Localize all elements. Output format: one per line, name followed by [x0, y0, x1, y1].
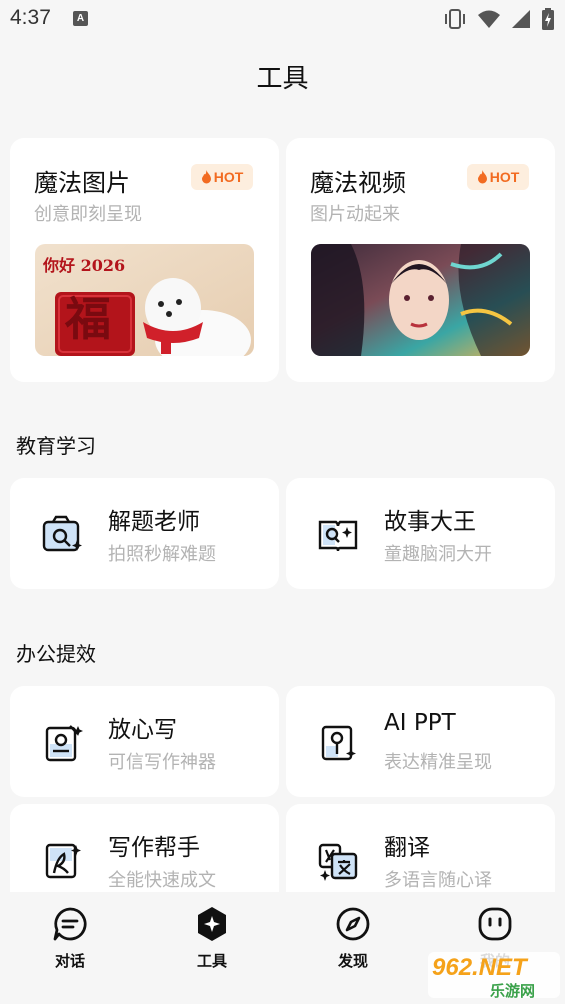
status-bar: 4:37 A [0, 0, 565, 38]
site-watermark: 962.NET 乐游网 [426, 950, 562, 1000]
hot-badge: HOT [467, 164, 529, 190]
wifi-icon [478, 10, 500, 28]
tool-subtitle: 拍照秒解难题 [108, 544, 216, 565]
storybook-sparkle-icon [318, 520, 358, 552]
tool-subtitle: 可信写作神器 [108, 752, 216, 773]
flame-icon [477, 170, 487, 184]
tool-card-solve[interactable]: 解题老师 拍照秒解难题 [10, 478, 279, 589]
magic-video-card[interactable]: 魔法视频 图片动起来 HOT [286, 138, 555, 382]
section-title-office: 办公提效 [16, 642, 96, 666]
tab-tools[interactable]: 工具 [172, 906, 252, 976]
camera-sparkle-icon [42, 515, 82, 552]
watermark-text: 962.NET [432, 954, 527, 981]
notification-badge: A [73, 11, 88, 26]
tab-discover[interactable]: 发现 [313, 906, 393, 976]
card-title: 魔法图片 [34, 169, 130, 197]
tool-title: 写作帮手 [108, 835, 200, 861]
page-title: 工具 [256, 64, 309, 94]
hot-label: HOT [489, 169, 520, 185]
chat-icon [53, 907, 87, 941]
tool-title: 翻译 [384, 835, 430, 861]
translate-icon [318, 843, 358, 881]
tool-title: 放心写 [108, 717, 177, 743]
flame-icon [201, 170, 211, 184]
vibrate-icon [445, 9, 465, 29]
tool-card-story[interactable]: 故事大王 童趣脑洞大开 [286, 478, 555, 589]
tool-subtitle: 多语言随心译 [384, 870, 492, 891]
tab-label: 发现 [337, 952, 368, 970]
compass-icon [336, 907, 370, 941]
profile-icon [478, 907, 512, 941]
tab-label: 对话 [54, 952, 85, 970]
tab-chat[interactable]: 对话 [30, 906, 110, 976]
hot-label: HOT [213, 169, 244, 185]
tool-title: 故事大王 [384, 509, 476, 535]
tool-subtitle: 表达精准呈现 [384, 752, 492, 773]
signal-icon [512, 10, 530, 28]
battery-icon [542, 8, 554, 30]
hot-badge: HOT [191, 164, 253, 190]
writing-helper-icon [45, 843, 81, 879]
status-time: 4:37 [10, 6, 51, 29]
magic-video-preview [311, 244, 530, 356]
tool-subtitle: 童趣脑洞大开 [384, 544, 492, 565]
tool-card-ai-ppt[interactable]: AI PPT 表达精准呈现 [286, 686, 555, 797]
safe-write-icon [45, 725, 83, 762]
status-icons [443, 7, 555, 31]
image-fu-character: 福 [65, 292, 111, 346]
magic-image-preview: 你好 2026 福 [35, 244, 254, 356]
tools-icon [198, 907, 226, 941]
ppt-icon [321, 725, 356, 761]
tool-subtitle: 全能快速成文 [108, 870, 216, 891]
tool-title: AI PPT [384, 710, 456, 736]
image-greeting: 你好 2026 [43, 256, 126, 275]
tool-title: 解题老师 [108, 509, 200, 535]
watermark-subtext: 乐游网 [490, 982, 536, 1000]
tab-label: 工具 [196, 952, 227, 970]
card-subtitle: 图片动起来 [310, 204, 400, 225]
section-title-education: 教育学习 [16, 434, 96, 458]
tool-card-safe-write[interactable]: 放心写 可信写作神器 [10, 686, 279, 797]
card-subtitle: 创意即刻呈现 [34, 204, 142, 225]
card-title: 魔法视频 [310, 169, 406, 197]
magic-image-card[interactable]: 魔法图片 创意即刻呈现 HOT 你好 2026 福 [10, 138, 279, 382]
